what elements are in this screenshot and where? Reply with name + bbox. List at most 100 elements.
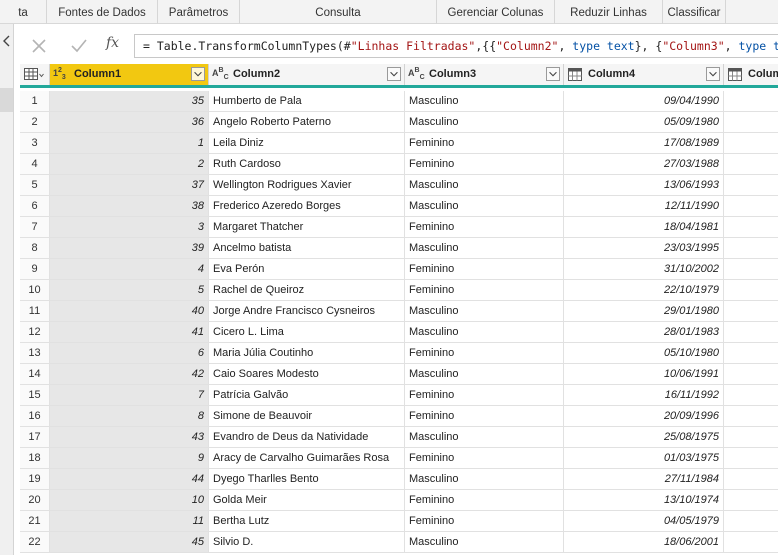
cell-column4[interactable]: 28/01/1983 — [564, 322, 724, 343]
chevron-left-icon[interactable] — [2, 34, 11, 48]
table-icon[interactable] — [24, 68, 46, 81]
table-row[interactable]: 6 38 Frederico Azeredo Borges Masculino 12/1… — [20, 196, 778, 217]
column-header-column2[interactable]: ABC Column2 — [209, 64, 405, 85]
column-filter-dropdown-icon[interactable] — [706, 67, 720, 81]
column-header-column4[interactable]: Column4 — [564, 64, 724, 85]
cell-column4[interactable]: 20/09/1996 — [564, 406, 724, 427]
table-row[interactable]: 1 35 Humberto de Pala Masculino 09/04/1990 — [20, 91, 778, 112]
cell-column5[interactable] — [724, 532, 778, 553]
cell-column3[interactable]: Masculino — [405, 112, 564, 133]
cell-column4[interactable]: 01/03/1975 — [564, 448, 724, 469]
cell-column3[interactable]: Feminino — [405, 448, 564, 469]
cell-column3[interactable]: Masculino — [405, 364, 564, 385]
cell-column1[interactable]: 36 — [50, 112, 209, 133]
cell-column2[interactable]: Maria Júlia Coutinho — [209, 343, 405, 364]
calendar-icon[interactable] — [728, 68, 742, 81]
table-row[interactable]: 21 11 Bertha Lutz Feminino 04/05/1979 — [20, 511, 778, 532]
cell-column3[interactable]: Masculino — [405, 469, 564, 490]
cell-column2[interactable]: Jorge Andre Francisco Cysneiros — [209, 301, 405, 322]
cell-column1[interactable]: 4 — [50, 259, 209, 280]
cell-column2[interactable]: Leila Diniz — [209, 133, 405, 154]
cell-column5[interactable] — [724, 427, 778, 448]
table-row[interactable]: 2 36 Angelo Roberto Paterno Masculino 05/09/… — [20, 112, 778, 133]
cell-column3[interactable]: Masculino — [405, 175, 564, 196]
cell-column5[interactable] — [724, 133, 778, 154]
selected-query-marker[interactable] — [0, 88, 13, 112]
whole-number-type-icon[interactable]: 123 — [53, 67, 71, 81]
cancel-formula-icon[interactable] — [28, 35, 50, 57]
cell-column1[interactable]: 8 — [50, 406, 209, 427]
cell-column1[interactable]: 41 — [50, 322, 209, 343]
cell-column5[interactable] — [724, 469, 778, 490]
calendar-icon[interactable] — [568, 68, 582, 81]
table-row[interactable]: 9 4 Eva Perón Feminino 31/10/2002 — [20, 259, 778, 280]
cell-column5[interactable] — [724, 154, 778, 175]
cell-column5[interactable] — [724, 112, 778, 133]
cell-column2[interactable]: Golda Meir — [209, 490, 405, 511]
cell-column5[interactable] — [724, 238, 778, 259]
table-row[interactable]: 3 1 Leila Diniz Feminino 17/08/1989 — [20, 133, 778, 154]
table-row[interactable]: 18 9 Aracy de Carvalho Guimarães Rosa Femin… — [20, 448, 778, 469]
cell-column5[interactable] — [724, 301, 778, 322]
cell-column4[interactable]: 18/06/2001 — [564, 532, 724, 553]
column-header-column5[interactable]: Colum — [724, 64, 778, 85]
cell-column2[interactable]: Eva Perón — [209, 259, 405, 280]
cell-column2[interactable]: Rachel de Queiroz — [209, 280, 405, 301]
cell-column2[interactable]: Cicero L. Lima — [209, 322, 405, 343]
cell-column4[interactable]: 10/06/1991 — [564, 364, 724, 385]
cell-column1[interactable]: 43 — [50, 427, 209, 448]
table-row[interactable]: 8 39 Ancelmo batista Masculino 23/03/1995 — [20, 238, 778, 259]
cell-column5[interactable] — [724, 196, 778, 217]
cell-column3[interactable]: Masculino — [405, 532, 564, 553]
cell-column2[interactable]: Silvio D. — [209, 532, 405, 553]
queries-pane-collapsed[interactable] — [0, 24, 14, 555]
cell-column3[interactable]: Feminino — [405, 385, 564, 406]
cell-column4[interactable]: 17/08/1989 — [564, 133, 724, 154]
table-row[interactable]: 17 43 Evandro de Deus da Natividade Masculi… — [20, 427, 778, 448]
table-row[interactable]: 12 41 Cicero L. Lima Masculino 28/01/1983 — [20, 322, 778, 343]
cell-column3[interactable]: Masculino — [405, 322, 564, 343]
cell-column4[interactable]: 27/11/1984 — [564, 469, 724, 490]
cell-column1[interactable]: 9 — [50, 448, 209, 469]
column-header-column1[interactable]: 123 Column1 — [50, 64, 209, 85]
column-header-column3[interactable]: ABC Column3 — [405, 64, 564, 85]
cell-column4[interactable]: 29/01/1980 — [564, 301, 724, 322]
cell-column4[interactable]: 09/04/1990 — [564, 91, 724, 112]
cell-column5[interactable] — [724, 364, 778, 385]
table-row[interactable]: 13 6 Maria Júlia Coutinho Feminino 05/10/198… — [20, 343, 778, 364]
cell-column4[interactable]: 16/11/1992 — [564, 385, 724, 406]
cell-column4[interactable]: 05/09/1980 — [564, 112, 724, 133]
table-row[interactable]: 20 10 Golda Meir Feminino 13/10/1974 — [20, 490, 778, 511]
cell-column3[interactable]: Masculino — [405, 301, 564, 322]
cell-column3[interactable]: Masculino — [405, 91, 564, 112]
cell-column1[interactable]: 2 — [50, 154, 209, 175]
cell-column1[interactable]: 5 — [50, 280, 209, 301]
cell-column2[interactable]: Aracy de Carvalho Guimarães Rosa — [209, 448, 405, 469]
cell-column3[interactable]: Feminino — [405, 217, 564, 238]
cell-column4[interactable]: 05/10/1980 — [564, 343, 724, 364]
table-row[interactable]: 14 42 Caio Soares Modesto Masculino 10/06/19… — [20, 364, 778, 385]
cell-column4[interactable]: 13/06/1993 — [564, 175, 724, 196]
cell-column2[interactable]: Wellington Rodrigues Xavier — [209, 175, 405, 196]
cell-column2[interactable]: Humberto de Pala — [209, 91, 405, 112]
cell-column5[interactable] — [724, 406, 778, 427]
fx-icon[interactable]: fx — [106, 35, 119, 51]
cell-column4[interactable]: 13/10/1974 — [564, 490, 724, 511]
cell-column3[interactable]: Masculino — [405, 427, 564, 448]
cell-column5[interactable] — [724, 217, 778, 238]
cell-column1[interactable]: 38 — [50, 196, 209, 217]
cell-column5[interactable] — [724, 490, 778, 511]
cell-column2[interactable]: Bertha Lutz — [209, 511, 405, 532]
cell-column1[interactable]: 11 — [50, 511, 209, 532]
cell-column3[interactable]: Masculino — [405, 238, 564, 259]
cell-column1[interactable]: 10 — [50, 490, 209, 511]
cell-column5[interactable] — [724, 511, 778, 532]
table-row[interactable]: 15 7 Patrícia Galvão Feminino 16/11/1992 — [20, 385, 778, 406]
cell-column3[interactable]: Feminino — [405, 259, 564, 280]
cell-column3[interactable]: Feminino — [405, 511, 564, 532]
cell-column3[interactable]: Feminino — [405, 343, 564, 364]
cell-column5[interactable] — [724, 175, 778, 196]
table-row[interactable]: 10 5 Rachel de Queiroz Feminino 22/10/1979 — [20, 280, 778, 301]
column-filter-dropdown-icon[interactable] — [191, 67, 205, 81]
column-filter-dropdown-icon[interactable] — [546, 67, 560, 81]
